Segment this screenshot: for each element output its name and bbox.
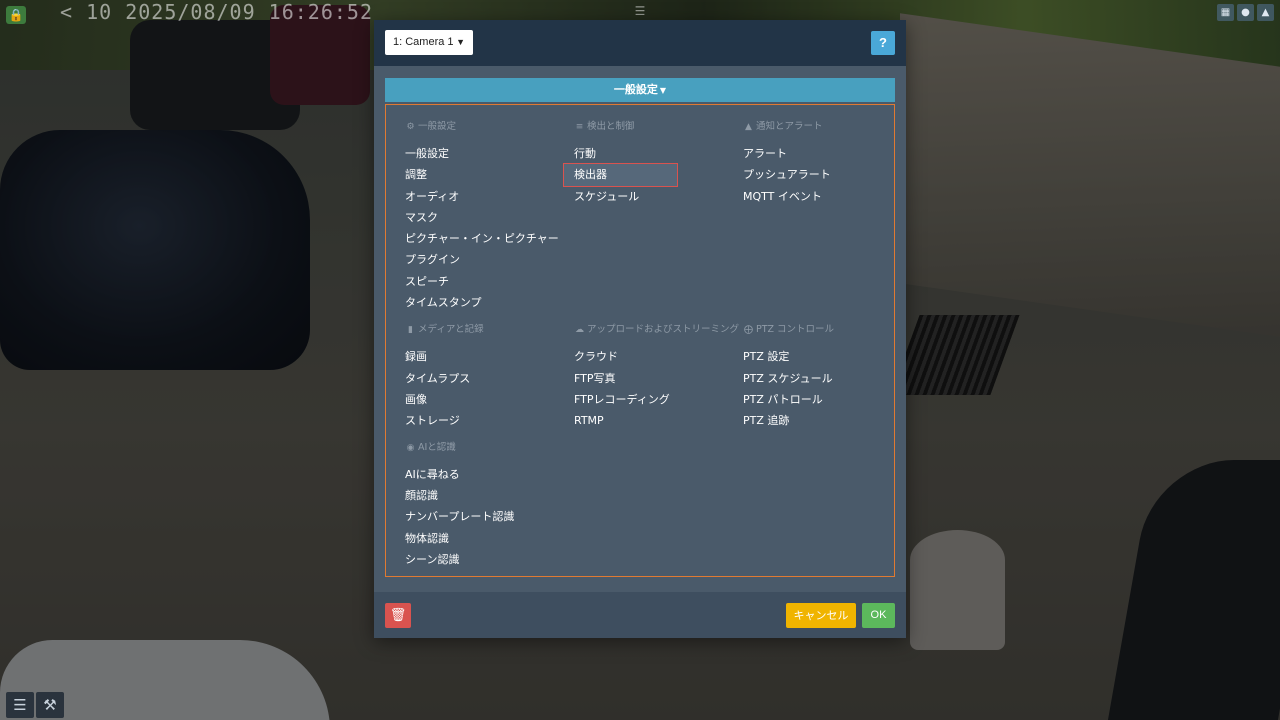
menu-item-plugin[interactable]: プラグイン	[405, 252, 460, 268]
group-title-detection: ≡ 検出と制御	[575, 121, 635, 132]
menu-item-speech[interactable]: スピーチ	[405, 274, 449, 290]
menu-item-ptz-settings[interactable]: PTZ 設定	[743, 349, 789, 365]
bottom-left-toolbar: ☰ ⚒	[6, 692, 64, 718]
menu-item-detector[interactable]: 検出器	[563, 163, 678, 187]
group-title-media: ▮ メディアと記録	[405, 323, 484, 337]
file-icon: ▮	[408, 325, 413, 335]
dialog-header: 1: Camera 1 ▼ ?	[374, 20, 906, 66]
camera-select-value: 1: Camera 1	[393, 36, 454, 48]
section-label: 一般設定	[613, 83, 658, 96]
menu-item-pip[interactable]: ピクチャー・イン・ピクチャー	[405, 231, 559, 247]
menu-item-ptz-patrol[interactable]: PTZ パトロール	[743, 392, 823, 408]
menu-item-plate-recognition[interactable]: ナンバープレート認識	[405, 509, 514, 525]
cancel-button[interactable]: キャンセル	[786, 603, 856, 628]
gears-icon: ⚙	[406, 122, 415, 132]
settings-dialog: 1: Camera 1 ▼ ? 一般設定 ▼ ⚙ 一般設定 一般設定 調整 オーディ…	[374, 20, 906, 638]
top-right-toolbar: ▦ ● ▲	[1217, 4, 1274, 21]
menu-item-ftp-recording[interactable]: FTPレコーディング	[574, 392, 670, 408]
group-title-alerts: ▲ 通知とアラート	[743, 120, 822, 134]
help-button[interactable]: ?	[871, 31, 895, 55]
settings-menu-panel: ⚙ 一般設定 一般設定 調整 オーディオ マスク ピクチャー・イン・ピクチャー プ…	[385, 104, 895, 577]
menu-item-push-alert[interactable]: プッシュアラート	[743, 167, 831, 183]
delete-button[interactable]: 🗑	[385, 603, 411, 628]
menu-item-face-recognition[interactable]: 顔認識	[405, 488, 438, 504]
user-icon[interactable]: ●	[1237, 4, 1254, 21]
menu-item-adjust[interactable]: 調整	[405, 167, 427, 183]
menu-item-general[interactable]: 一般設定	[405, 146, 449, 162]
menu-item-rtmp[interactable]: RTMP	[574, 413, 604, 429]
ptz-icon: ⨁	[744, 325, 753, 335]
group-title-ai: ◉ AIと認識	[406, 442, 456, 453]
section-dropdown[interactable]: 一般設定 ▼	[385, 78, 895, 102]
menu-item-action[interactable]: 行動	[574, 146, 596, 162]
eye-icon: ◉	[406, 443, 415, 453]
timestamp-overlay: < 10 2025/08/09 16:26:52	[60, 0, 373, 24]
menu-item-audio[interactable]: オーディオ	[405, 189, 459, 205]
menu-item-mask[interactable]: マスク	[405, 210, 438, 226]
lock-icon[interactable]: 🔒	[6, 6, 26, 24]
ok-button[interactable]: OK	[862, 603, 895, 628]
warning-icon: ▲	[745, 122, 752, 132]
dialog-footer: 🗑 キャンセル OK	[374, 592, 906, 638]
menu-item-ptz-tracking[interactable]: PTZ 追跡	[743, 413, 789, 429]
group-title-general: ⚙ 一般設定	[406, 121, 457, 132]
menu-item-timelapse[interactable]: タイムラプス	[405, 371, 470, 387]
menu-item-cloud[interactable]: クラウド	[574, 349, 618, 365]
caret-down-icon: ▼	[659, 86, 667, 95]
menu-item-image[interactable]: 画像	[405, 392, 427, 408]
menu-item-object-recognition[interactable]: 物体認識	[405, 531, 449, 547]
group-title-ptz: ⨁ PTZ コントロール	[744, 324, 835, 335]
list-check-icon: ≡	[575, 122, 584, 132]
menu-item-scene-recognition[interactable]: シーン認識	[405, 552, 459, 568]
cloud-upload-icon: ☁	[575, 325, 584, 335]
trash-icon: 🗑	[389, 608, 407, 623]
chevron-down-icon: ▼	[456, 37, 465, 47]
menu-icon[interactable]: ☰	[633, 4, 647, 18]
menu-item-timestamp[interactable]: タイムスタンプ	[405, 295, 481, 311]
menu-item-schedule[interactable]: スケジュール	[574, 189, 639, 205]
wrench-icon[interactable]: ⚒	[36, 692, 64, 718]
sliders-icon[interactable]: ☰	[6, 692, 34, 718]
grid-icon[interactable]: ▦	[1217, 4, 1234, 21]
group-title-upload: ☁ アップロードおよびストリーミング	[575, 324, 740, 335]
menu-item-ptz-schedule[interactable]: PTZ スケジュール	[743, 371, 833, 387]
bell-icon[interactable]: ▲	[1257, 4, 1274, 21]
menu-item-ask-ai[interactable]: AIに尋ねる	[405, 467, 460, 483]
menu-item-mqtt-event[interactable]: MQTT イベント	[743, 189, 822, 205]
menu-item-ftp-photo[interactable]: FTP写真	[574, 371, 616, 387]
camera-select[interactable]: 1: Camera 1 ▼	[385, 30, 473, 55]
menu-item-storage[interactable]: ストレージ	[405, 413, 460, 429]
menu-item-alert[interactable]: アラート	[743, 146, 787, 162]
menu-item-recording[interactable]: 録画	[405, 349, 427, 365]
